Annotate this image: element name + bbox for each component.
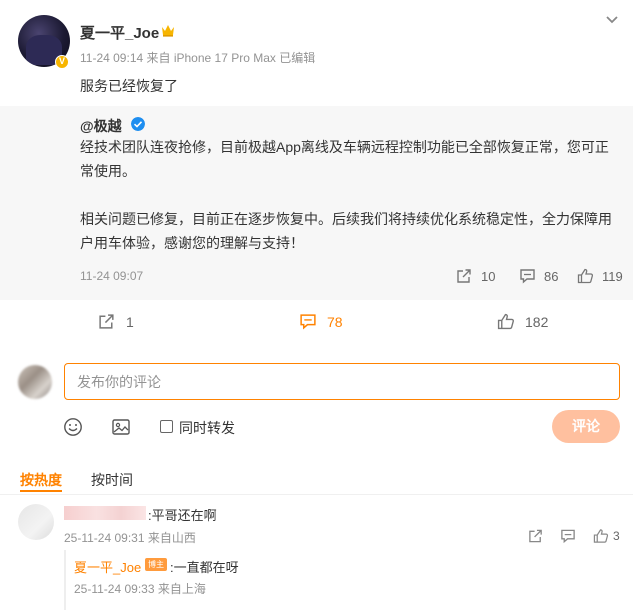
repost-count: 1 <box>126 313 134 330</box>
comment-input[interactable] <box>65 364 619 399</box>
thumbs-up-icon <box>577 268 594 284</box>
repost-checkbox[interactable] <box>160 420 173 433</box>
quoted-comment-count: 86 <box>544 268 559 284</box>
comment-like-count: 3 <box>613 529 620 543</box>
quoted-comment-button[interactable]: 86 <box>519 268 558 284</box>
quoted-text-line: 相关问题已修复，目前正在逐步恢复中。后续我们将持续优化系统稳定性，全力保障用 <box>80 211 612 227</box>
comment-icon <box>300 314 316 330</box>
divider <box>0 494 633 495</box>
comment-icon[interactable] <box>560 528 576 544</box>
share-icon[interactable] <box>528 528 544 544</box>
repost-checkbox-label: 同时转发 <box>179 420 235 436</box>
thumbs-up-icon <box>497 313 514 330</box>
chevron-down-icon[interactable] <box>605 15 619 25</box>
comment-time: 25-11-24 09:31 来自山西 <box>64 531 196 545</box>
image-icon[interactable] <box>111 417 131 437</box>
emoji-icon[interactable] <box>63 417 83 437</box>
commenter-name-blurred[interactable] <box>64 506 146 520</box>
comment-icon <box>520 269 535 284</box>
reply-author-name[interactable]: 夏一平_Joe <box>74 557 141 576</box>
comment-text: :平哥还在啊 <box>148 508 217 523</box>
quoted-like-button[interactable]: 119 <box>577 268 623 284</box>
like-button[interactable]: 182 <box>497 313 548 330</box>
submit-comment-button[interactable]: 评论 <box>552 410 620 443</box>
verified-blue-icon <box>131 117 145 131</box>
my-avatar <box>18 365 52 399</box>
like-count: 182 <box>525 313 549 330</box>
comment-input-box[interactable] <box>64 363 620 400</box>
reply-time: 25-11-24 09:33 来自上海 <box>74 582 206 596</box>
author-badge: 博主 <box>145 558 167 571</box>
comment-count: 78 <box>327 313 343 330</box>
quoted-repost-count: 10 <box>481 268 496 284</box>
share-icon <box>99 314 114 329</box>
post-author-name[interactable]: 夏一平_Joe <box>80 22 159 43</box>
post-meta: 11-24 09:14 来自 iPhone 17 Pro Max 已编辑 <box>80 51 316 65</box>
quoted-text-line: 经技术团队连夜抢修，目前极越App离线及车辆远程控制功能已全部恢复正常，您可正 <box>80 139 609 155</box>
quoted-text-line: 户用车体验，感谢您的理解与支持！ <box>80 235 304 251</box>
commenter-avatar[interactable] <box>18 504 54 540</box>
active-tab-underline <box>20 490 62 492</box>
share-icon <box>457 269 471 283</box>
sort-by-time-tab[interactable]: 按时间 <box>91 470 133 490</box>
quoted-text-line: 常使用。 <box>80 163 136 179</box>
post-text: 服务已经恢复了 <box>80 78 178 94</box>
quoted-repost-button[interactable]: 10 <box>456 268 495 284</box>
verified-gold-icon: V <box>55 55 69 69</box>
reply-thread-line <box>64 550 66 610</box>
reply-text: :一直都在呀 <box>170 560 239 575</box>
thumbs-up-icon[interactable] <box>593 528 609 544</box>
quoted-like-count: 119 <box>602 268 623 284</box>
quoted-user[interactable]: @极越 <box>80 116 122 136</box>
crown-icon <box>162 25 174 37</box>
sort-by-hot-tab[interactable]: 按热度 <box>20 470 62 490</box>
quoted-time: 11-24 09:07 <box>80 269 144 283</box>
repost-button[interactable]: 1 <box>98 313 134 330</box>
comment-button[interactable]: 78 <box>299 313 343 330</box>
